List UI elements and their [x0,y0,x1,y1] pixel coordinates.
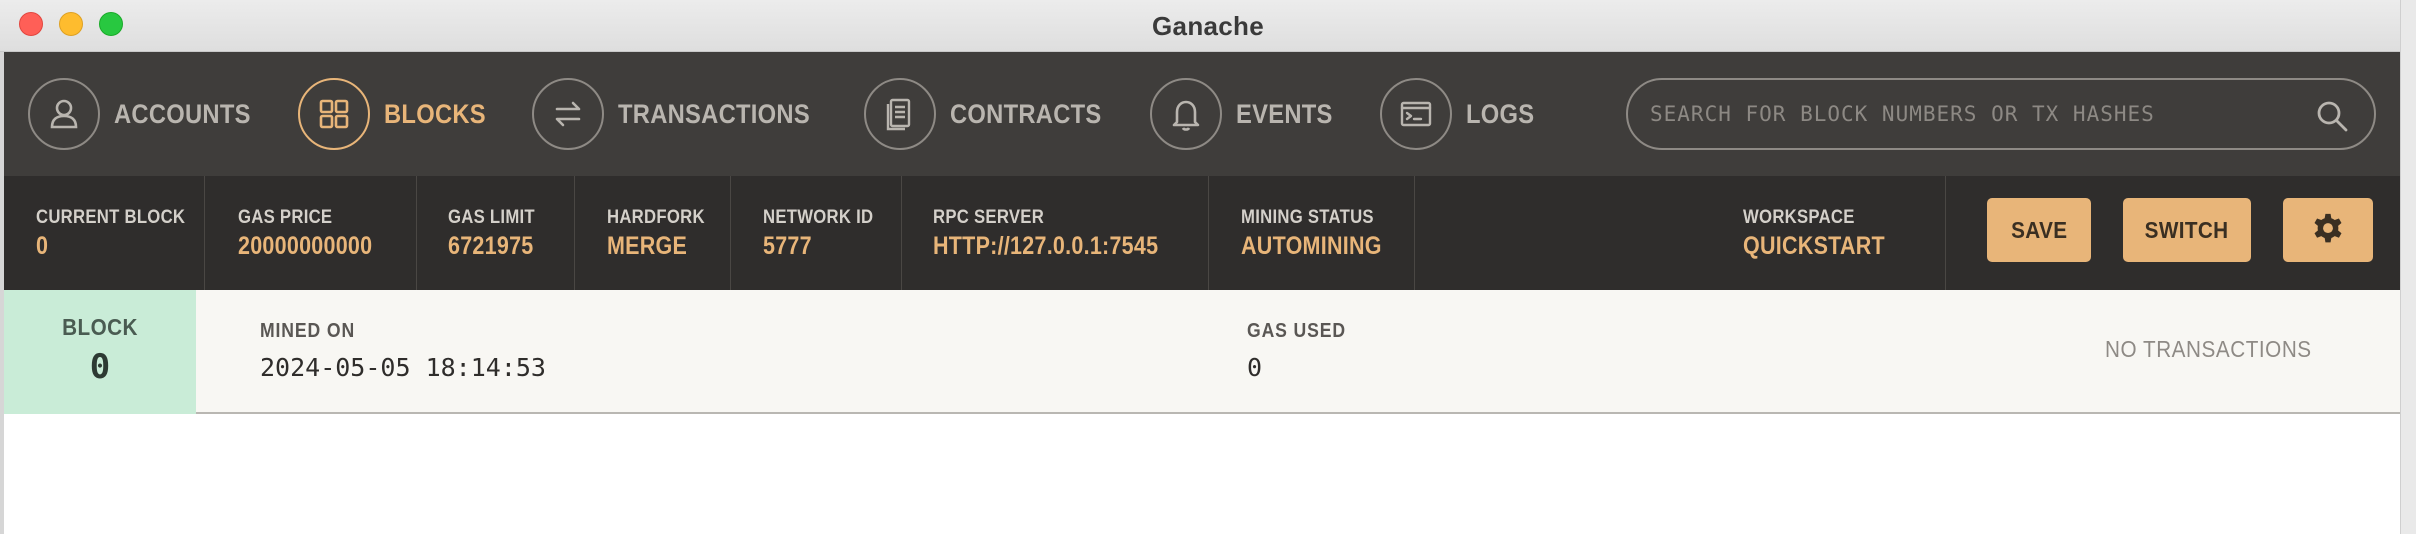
gear-icon [2314,213,2342,243]
search-icon[interactable] [2314,98,2350,134]
gas-price-value: 20000000000 [238,232,373,260]
network-id-value: 5777 [763,232,812,260]
nav-logs[interactable]: LOGS [1380,78,1544,150]
nav-logs-label: LOGS [1466,98,1535,129]
divider [901,176,902,290]
save-button[interactable]: SAVE [1987,198,2091,262]
mined-on-value: 2024-05-05 18:14:53 [260,353,546,382]
save-button-label: SAVE [2010,216,2068,243]
gas-price-label: GAS PRICE [238,207,333,228]
gas-used-value: 0 [1247,353,1263,382]
divider [574,176,575,290]
search-input[interactable] [1650,94,2290,134]
divider [1945,176,1946,290]
mining-status-stat: MINING STATUS AUTOMINING [1241,176,1405,290]
hardfork-stat: HARDFORK MERGE [607,176,718,290]
divider [1414,176,1415,290]
search-box [1626,78,2376,150]
settings-button[interactable] [2283,198,2373,262]
bell-icon [1150,78,1222,150]
block-number-badge: BLOCK 0 [4,290,196,414]
divider [204,176,205,290]
gas-used-field: GAS USED 0 [1247,320,1359,382]
user-icon [28,78,100,150]
gas-limit-stat: GAS LIMIT 6721975 [448,176,547,290]
gas-price-stat: GAS PRICE 20000000000 [238,176,394,290]
nav-transactions-label: TRANSACTIONS [618,98,810,129]
rpc-server-stat: RPC SERVER HTTP://127.0.0.1:7545 [933,176,1195,290]
nav-blocks-label: BLOCKS [384,98,486,129]
document-icon [864,78,936,150]
block-badge-label: BLOCK [62,314,138,340]
gas-limit-label: GAS LIMIT [448,207,535,228]
block-row[interactable]: BLOCK 0 MINED ON 2024-05-05 18:14:53 GAS… [4,290,2400,414]
switch-button[interactable]: SWITCH [2123,198,2251,262]
nav-events-label: EVENTS [1236,98,1333,129]
grid-icon [298,78,370,150]
current-block-label: CURRENT BLOCK [36,207,186,228]
mining-status-label: MINING STATUS [1241,207,1374,228]
nav-contracts[interactable]: CONTRACTS [864,78,1122,150]
nav-contracts-label: CONTRACTS [950,98,1102,129]
mined-on-field: MINED ON 2024-05-05 18:14:53 [260,320,546,382]
mined-on-label: MINED ON [260,320,356,342]
hardfork-label: HARDFORK [607,207,705,228]
window-right-edge [2400,0,2416,534]
divider [416,176,417,290]
nav-accounts-label: ACCOUNTS [114,98,251,129]
workspace-value: QUICKSTART [1743,232,1885,260]
mining-status-value: AUTOMINING [1241,232,1382,260]
gas-used-label: GAS USED [1247,320,1346,342]
switch-button-label: SWITCH [2145,216,2229,243]
divider [1208,176,1209,290]
nav-transactions[interactable]: TRANSACTIONS [532,78,836,150]
rpc-server-label: RPC SERVER [933,207,1045,228]
network-id-label: NETWORK ID [763,207,874,228]
nav-accounts[interactable]: ACCOUNTS [28,78,269,150]
workspace-stat: WORKSPACE QUICKSTART [1743,176,1908,290]
terminal-icon [1380,78,1452,150]
rpc-server-value: HTTP://127.0.0.1:7545 [933,232,1159,260]
gas-limit-value: 6721975 [448,232,534,260]
window-titlebar: Ganache [0,0,2416,52]
top-navigation: ACCOUNTS BLOCKS TRANSACTIONS CONTRACTS E… [4,52,2400,176]
hardfork-value: MERGE [607,232,688,260]
current-block-stat: CURRENT BLOCK 0 [36,176,206,290]
current-block-value: 0 [36,232,49,260]
nav-events[interactable]: EVENTS [1150,78,1346,150]
workspace-label: WORKSPACE [1743,207,1855,228]
block-number: 0 [89,347,111,387]
transaction-count-text: NO TRANSACTIONS [2105,336,2312,362]
divider [730,176,731,290]
network-id-stat: NETWORK ID 5777 [763,176,888,290]
window-title: Ganache [1152,11,1264,41]
blockchain-status-bar: CURRENT BLOCK 0 GAS PRICE 20000000000 GA… [4,176,2400,290]
nav-blocks[interactable]: BLOCKS [298,78,500,150]
arrows-swap-icon [532,78,604,150]
